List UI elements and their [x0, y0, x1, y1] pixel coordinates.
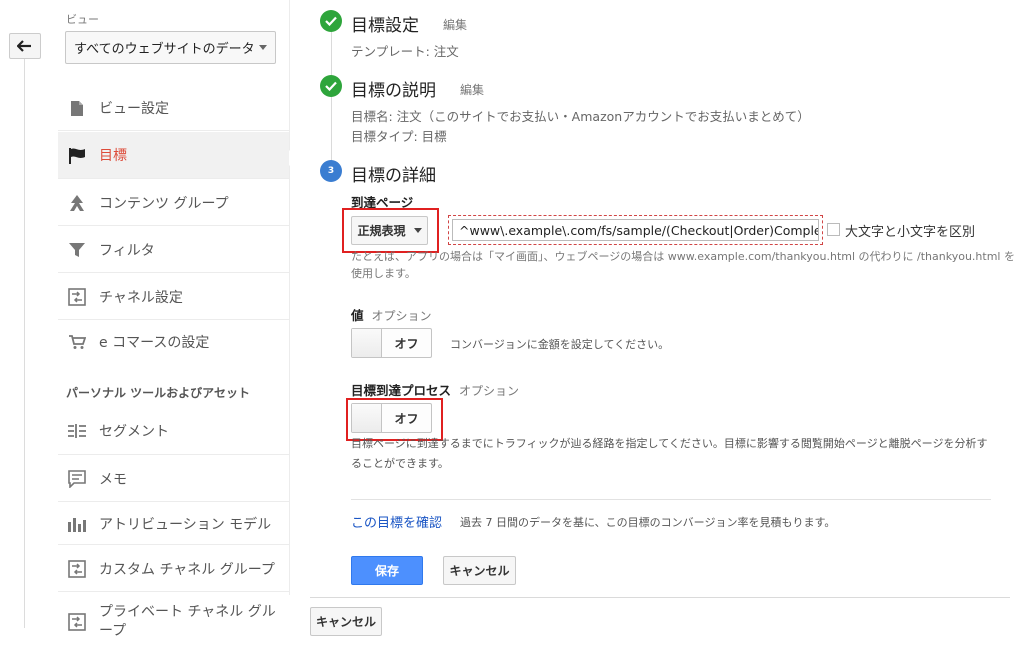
- content-group-icon: [66, 192, 88, 214]
- sidebar-item-label: チャネル設定: [99, 289, 183, 306]
- value-label-text: 値: [351, 308, 364, 323]
- goal-template-text: テンプレート: 注文: [351, 44, 459, 59]
- active-pointer: [289, 150, 297, 166]
- sidebar-item-label: コンテンツ グループ: [99, 195, 229, 212]
- cancel-outer-button[interactable]: キャンセル: [310, 607, 382, 636]
- step-title-goal-setup: 目標設定: [351, 16, 419, 36]
- cancel-button[interactable]: キャンセル: [443, 556, 516, 585]
- sidebar-item-view-settings[interactable]: ビュー設定: [58, 86, 289, 131]
- sidebar-item-filters[interactable]: フィルタ: [58, 227, 289, 273]
- back-arrow-icon: [17, 40, 31, 52]
- sidebar-item-private-channel[interactable]: プライベート チャネル グループ: [58, 593, 289, 643]
- check-icon: [320, 75, 342, 97]
- sidebar-item-custom-channel[interactable]: カスタム チャネル グループ: [58, 546, 289, 592]
- step-number-badge: 3: [320, 160, 342, 182]
- section-divider: [351, 499, 991, 500]
- bottom-divider: [310, 597, 1010, 598]
- sidebar-item-label: セグメント: [99, 424, 169, 440]
- sidebar-item-attribution[interactable]: アトリビューション モデル: [58, 503, 289, 545]
- destination-input-highlight: ^www\.example\.com/fs/sample/(Checkout|O…: [448, 215, 823, 245]
- view-label: ビュー: [66, 13, 99, 26]
- segment-icon: [66, 420, 88, 442]
- funnel-label-text: 目標到達プロセス: [351, 383, 452, 398]
- sidebar-item-goals[interactable]: 目標: [58, 132, 289, 179]
- verify-goal-link[interactable]: この目標を確認: [351, 512, 442, 531]
- funnel-label: 目標到達プロセス オプション: [351, 380, 519, 399]
- sidebar-item-label: カスタム チャネル グループ: [99, 561, 275, 578]
- value-label: 値オプション: [351, 305, 432, 324]
- sidebar-item-label: プライベート チャネル グループ: [99, 604, 276, 639]
- destination-help-1: たとえば、アプリの場合は「マイ画面」、ウェブページの場合は www.exampl…: [351, 250, 1015, 263]
- sidebar-item-label: e コマースの設定: [99, 335, 210, 351]
- filter-icon: [66, 239, 88, 261]
- verify-help: 過去 7 日間のデータを基に、この目標のコンバージョン率を見積もります。: [460, 516, 836, 529]
- section-title: パーソナル ツールおよびアセット: [66, 386, 250, 400]
- save-button[interactable]: 保存: [351, 556, 423, 585]
- highlight-box: [342, 208, 439, 253]
- value-toggle[interactable]: オフ: [351, 328, 432, 358]
- channel-icon: [66, 558, 88, 580]
- channel-icon: [66, 611, 88, 633]
- value-help: コンバージョンに金額を設定してください。: [450, 338, 670, 351]
- sidebar-item-label: フィルタ: [99, 242, 155, 259]
- sidebar-item-label: 目標: [99, 148, 127, 164]
- toggle-knob: [352, 329, 382, 357]
- sidebar-item-memo[interactable]: メモ: [58, 456, 289, 502]
- funnel-optional: オプション: [459, 384, 520, 398]
- goal-type-text: 目標タイプ: 目標: [351, 129, 447, 144]
- edit-goal-setup-link[interactable]: 編集: [443, 16, 467, 33]
- back-button[interactable]: [9, 33, 41, 59]
- step-title-goal-details: 目標の詳細: [351, 166, 436, 186]
- flag-icon: [66, 144, 88, 166]
- chevron-down-icon: [259, 45, 267, 50]
- case-sensitive-label: 大文字と小文字を区別: [845, 225, 976, 240]
- view-select[interactable]: すべてのウェブサイトのデータ: [65, 31, 276, 64]
- funnel-help-2: ることができます。: [351, 457, 449, 470]
- step-connector: [331, 30, 332, 164]
- page-icon: [66, 97, 88, 119]
- sidebar-item-ecommerce[interactable]: e コマースの設定: [58, 321, 289, 363]
- bar-chart-icon: [66, 513, 88, 535]
- left-rail-line: [24, 58, 25, 628]
- sidebar-item-label: メモ: [99, 471, 127, 488]
- destination-help-2: 使用します。: [351, 267, 416, 280]
- value-optional: オプション: [371, 309, 432, 323]
- sidebar: ビュー すべてのウェブサイトのデータ ビュー設定 目標 コンテンツ グループ フ…: [58, 0, 289, 653]
- sidebar-item-content-group[interactable]: コンテンツ グループ: [58, 180, 289, 226]
- sidebar-item-label: アトリビューション モデル: [99, 516, 272, 533]
- goal-name-text: 目標名: 注文（このサイトでお支払い・Amazonアカウントでお支払いまとめて）: [351, 109, 810, 124]
- case-sensitive-checkbox[interactable]: [827, 223, 840, 236]
- value-toggle-label: オフ: [394, 336, 419, 351]
- check-icon: [320, 10, 342, 32]
- destination-input[interactable]: ^www\.example\.com/fs/sample/(Checkout|O…: [452, 219, 819, 241]
- channel-icon: [66, 286, 88, 308]
- cart-icon: [66, 331, 88, 353]
- edit-goal-description-link[interactable]: 編集: [460, 81, 484, 98]
- sidebar-item-channel-settings[interactable]: チャネル設定: [58, 274, 289, 320]
- funnel-help-1: 目標ページに到達するまでにトラフィックが辿る経路を指定してください。目標に影響す…: [351, 437, 988, 450]
- sidebar-divider: [289, 0, 290, 595]
- step-title-goal-description: 目標の説明: [351, 81, 436, 101]
- memo-icon: [66, 468, 88, 490]
- sidebar-item-segments[interactable]: セグメント: [58, 408, 289, 455]
- sidebar-item-label: ビュー設定: [99, 101, 169, 117]
- view-select-value: すべてのウェブサイトのデータ: [74, 42, 255, 57]
